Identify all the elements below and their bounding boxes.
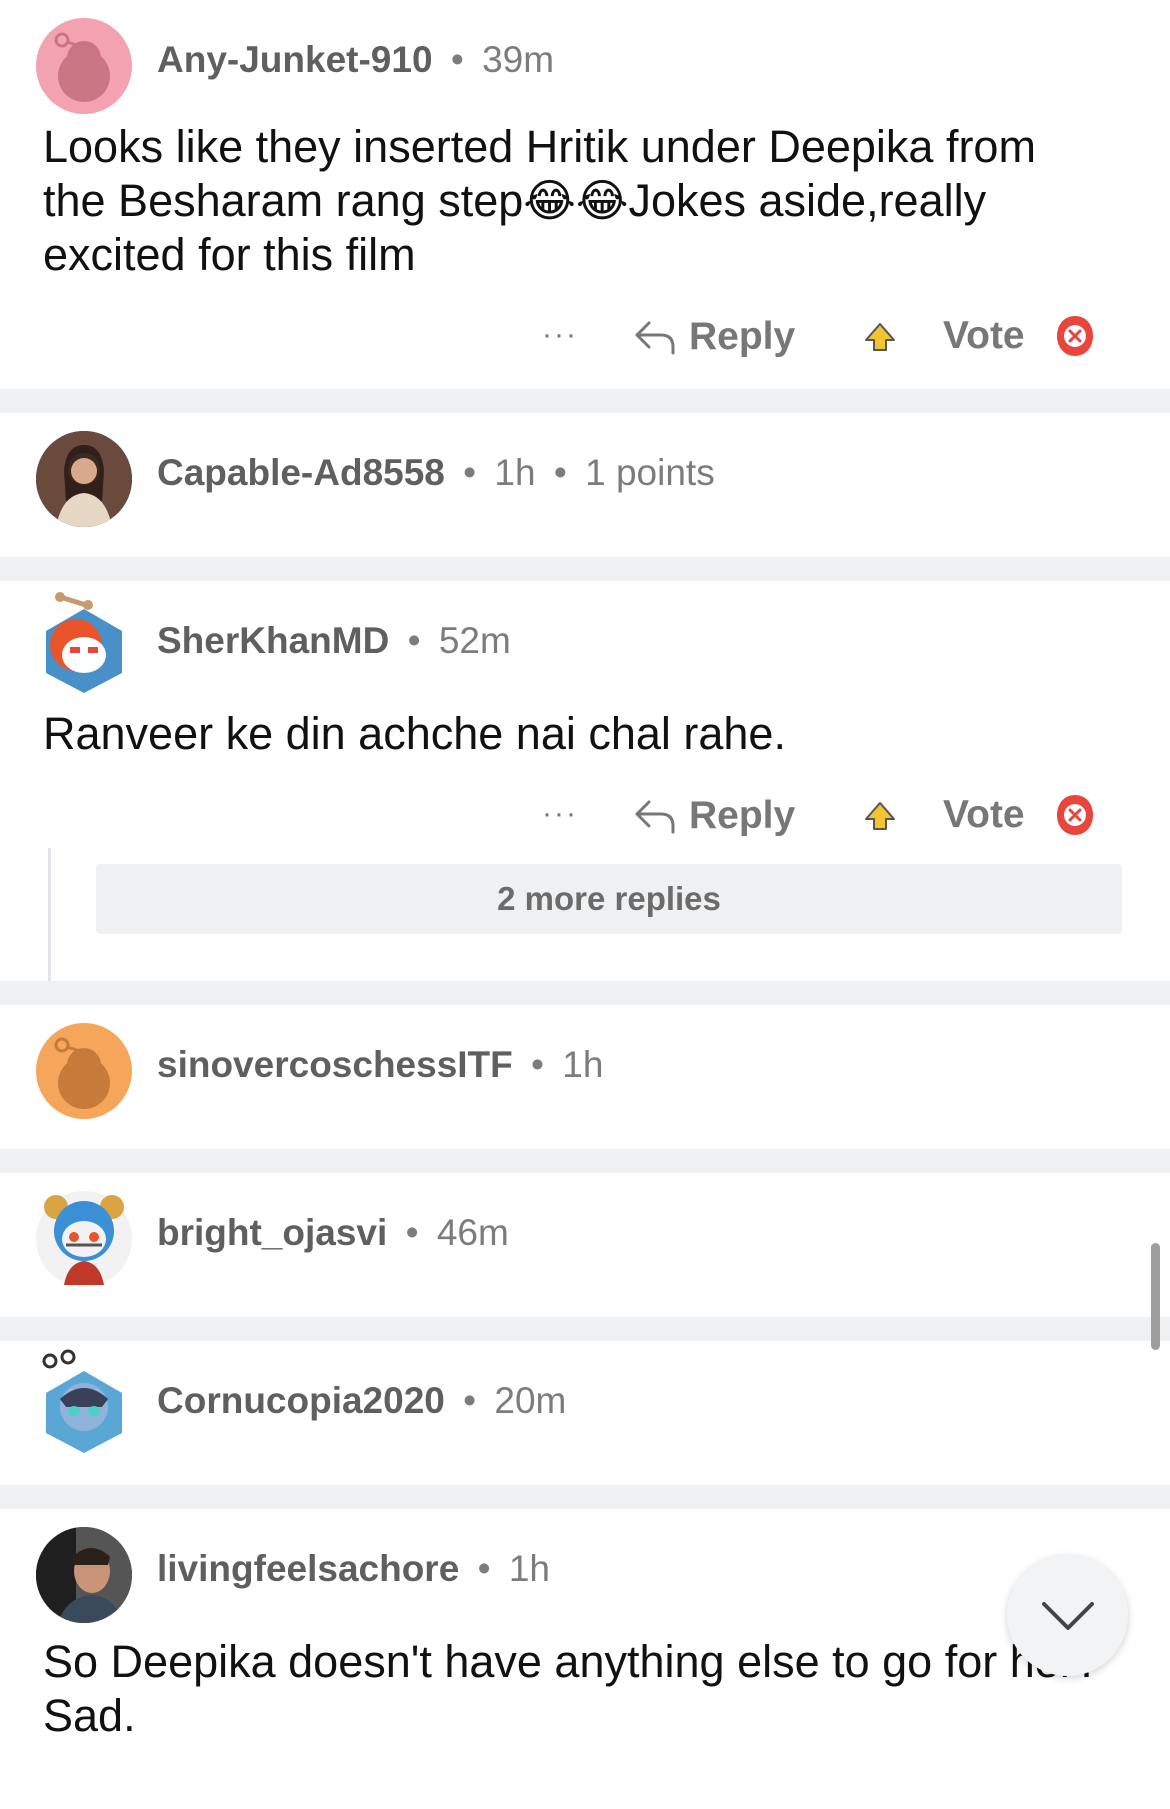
- timestamp: 52m: [438, 620, 511, 661]
- comment-body: So Deepika doesn't have anything else to…: [43, 1636, 1100, 1741]
- comment-sherkhan: SherKhanMD • 52m Ranveer ke din achche n…: [0, 581, 1170, 981]
- separator: [0, 1149, 1170, 1173]
- comment-meta: SherKhanMD • 52m: [157, 619, 511, 663]
- comment-capable[interactable]: Capable-Ad8558 • 1h • 1 points: [0, 413, 1170, 557]
- avatar[interactable]: [36, 431, 132, 527]
- separator: [0, 981, 1170, 1005]
- comment-header: Any-Junket-910 • 39m: [0, 0, 1170, 120]
- comment-header: Capable-Ad8558 • 1h • 1 points: [0, 413, 1170, 533]
- upvote-icon[interactable]: [858, 316, 902, 360]
- username[interactable]: Any-Junket-910: [157, 39, 433, 80]
- comment-header: bright_ojasvi • 46m: [0, 1173, 1170, 1293]
- more-options-icon[interactable]: ···: [542, 797, 578, 831]
- avatar[interactable]: [36, 18, 132, 114]
- username[interactable]: livingfeelsachore: [157, 1548, 459, 1589]
- more-replies-row: 2 more replies: [0, 848, 1170, 981]
- comment-header: sinovercoschessITF • 1h: [0, 1005, 1170, 1125]
- comment-actions: ··· Reply Vote: [0, 282, 1170, 402]
- comment-meta: sinovercoschessITF • 1h: [157, 1043, 603, 1087]
- comment-sinovercoschess[interactable]: sinovercoschessITF • 1h: [0, 1005, 1170, 1149]
- comment-meta: Capable-Ad8558 • 1h • 1 points: [157, 451, 715, 495]
- username[interactable]: sinovercoschessITF: [157, 1044, 513, 1085]
- separator-dot: •: [531, 1044, 545, 1085]
- avatar[interactable]: [36, 592, 132, 695]
- timestamp: 20m: [494, 1380, 567, 1421]
- comment-any-junket: Any-Junket-910 • 39m Looks like they ins…: [0, 0, 1170, 389]
- avatar[interactable]: [36, 1349, 132, 1455]
- avatar[interactable]: [36, 1023, 132, 1119]
- separator-dot: •: [463, 1380, 477, 1421]
- comment-meta: bright_ojasvi • 46m: [157, 1211, 509, 1255]
- timestamp: 39m: [482, 39, 555, 80]
- timestamp: 1h: [508, 1548, 550, 1589]
- downvote-icon[interactable]: [1053, 312, 1097, 360]
- comment-cornucopia[interactable]: Cornucopia2020 • 20m: [0, 1341, 1170, 1485]
- separator-dot: •: [450, 39, 464, 80]
- comment-body: Ranveer ke din achche nai chal rahe.: [43, 708, 786, 759]
- username[interactable]: Cornucopia2020: [157, 1380, 445, 1421]
- timestamp: 46m: [436, 1212, 509, 1253]
- comment-header: SherKhanMD • 52m: [0, 581, 1170, 701]
- separator-dot: •: [477, 1548, 491, 1589]
- upvote-icon[interactable]: [858, 795, 902, 839]
- comment-meta: Cornucopia2020 • 20m: [157, 1379, 566, 1423]
- more-options-icon[interactable]: ···: [542, 318, 578, 352]
- comment-header: Cornucopia2020 • 20m: [0, 1341, 1170, 1461]
- reply-button[interactable]: Reply: [633, 791, 795, 841]
- username[interactable]: bright_ojasvi: [157, 1212, 387, 1253]
- separator-dot: •: [463, 452, 477, 493]
- comment-body: Looks like they inserted Hritik under De…: [43, 121, 1036, 280]
- separator-dot: •: [405, 1212, 419, 1253]
- timestamp: 1h: [494, 452, 536, 493]
- timestamp: 1h: [562, 1044, 604, 1085]
- comment-livingfeelsachore: livingfeelsachore • 1h So Deepika doesn'…: [0, 1509, 1170, 1809]
- avatar[interactable]: [36, 1191, 132, 1287]
- points: 1 points: [585, 452, 715, 493]
- scrollbar[interactable]: [1151, 1243, 1160, 1350]
- separator: [0, 1485, 1170, 1509]
- comment-meta: livingfeelsachore • 1h: [157, 1547, 550, 1591]
- username[interactable]: SherKhanMD: [157, 620, 389, 661]
- scroll-down-button[interactable]: [1007, 1555, 1128, 1676]
- separator: [0, 557, 1170, 581]
- avatar[interactable]: [36, 1527, 132, 1623]
- reply-button[interactable]: Reply: [633, 312, 795, 362]
- thread-line: [48, 848, 51, 981]
- separator: [0, 1317, 1170, 1341]
- chevron-down-icon: [1041, 1601, 1094, 1630]
- more-replies-button[interactable]: 2 more replies: [96, 864, 1122, 934]
- comment-header: livingfeelsachore • 1h: [0, 1509, 1170, 1629]
- comment-bright-ojasvi[interactable]: bright_ojasvi • 46m: [0, 1173, 1170, 1317]
- reply-arrow-icon: [635, 800, 675, 834]
- separator-dot: •: [553, 452, 567, 493]
- downvote-icon[interactable]: [1053, 791, 1097, 839]
- reply-arrow-icon: [635, 321, 675, 355]
- username[interactable]: Capable-Ad8558: [157, 452, 445, 493]
- reply-label: Reply: [689, 794, 796, 837]
- vote-count: Vote: [943, 793, 1025, 836]
- separator-dot: •: [407, 620, 421, 661]
- comment-meta: Any-Junket-910 • 39m: [157, 38, 554, 82]
- reply-label: Reply: [689, 315, 796, 358]
- vote-count: Vote: [943, 314, 1025, 357]
